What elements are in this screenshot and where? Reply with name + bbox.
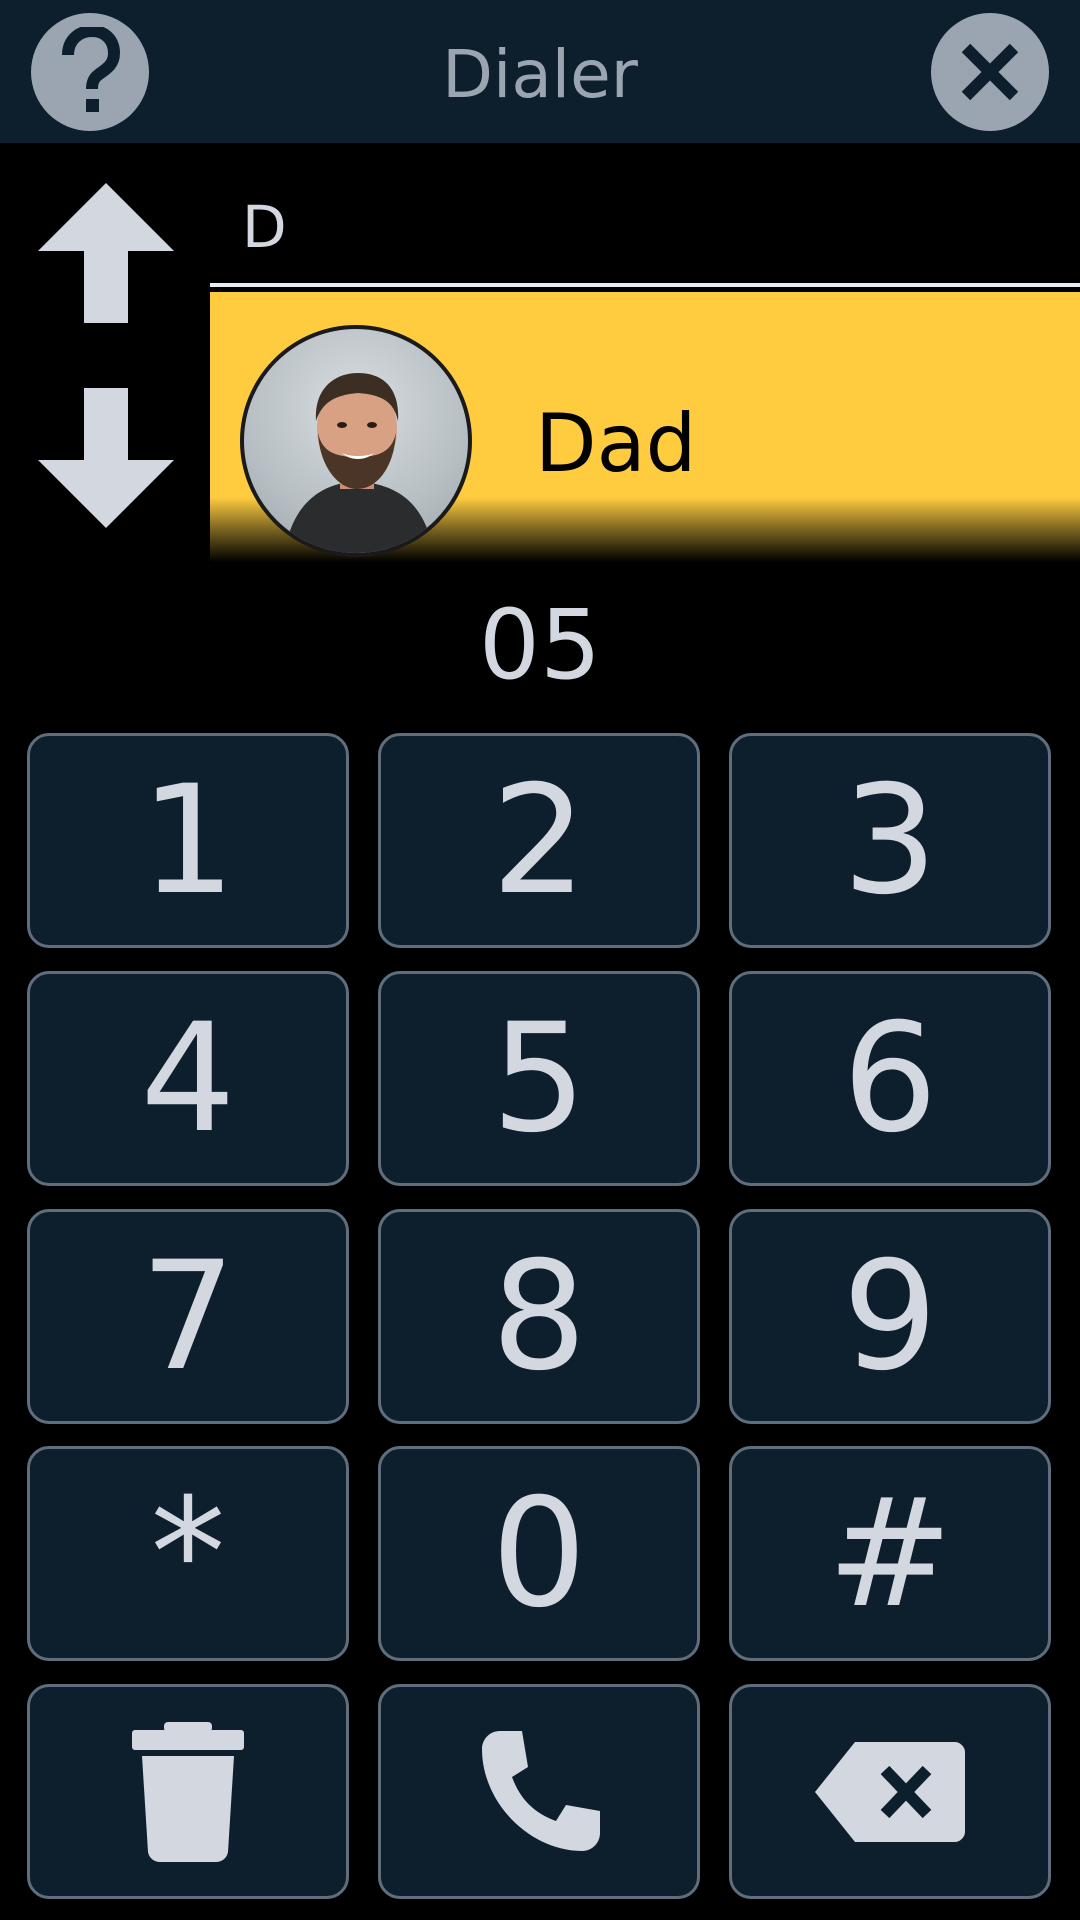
key-2[interactable]: 2 [378,733,700,948]
call-button[interactable] [378,1684,700,1899]
clear-button[interactable] [27,1684,349,1899]
key-6[interactable]: 6 [729,971,1051,1186]
trash-icon [132,1721,244,1862]
scroll-up-button[interactable] [36,180,176,325]
scroll-down-button[interactable] [36,385,176,530]
key-3[interactable]: 3 [729,733,1051,948]
dialer-app: Dialer D Dad 05 1 2 3 4 5 6 7 8 9 * 0 # [0,0,1080,1920]
key-star[interactable]: * [27,1446,349,1661]
close-icon [961,43,1019,101]
key-7[interactable]: 7 [27,1209,349,1424]
dialed-number: 05 [478,589,602,701]
arrow-down-icon [38,387,174,528]
key-5[interactable]: 5 [378,971,700,1186]
phone-icon [482,1730,600,1851]
question-mark-icon [62,27,121,112]
contact-item[interactable]: Dad [210,292,1080,562]
help-button[interactable] [31,13,149,131]
key-4[interactable]: 4 [27,971,349,1186]
arrow-up-icon [38,182,174,323]
key-hash[interactable]: # [729,1446,1051,1661]
contact-name: Dad [535,397,697,490]
backspace-icon [815,1741,965,1842]
avatar [240,325,472,557]
key-8[interactable]: 8 [378,1209,700,1424]
filter-underline [210,283,1080,287]
backspace-button[interactable] [729,1684,1051,1899]
key-9[interactable]: 9 [729,1209,1051,1424]
close-button[interactable] [931,13,1049,131]
page-title: Dialer [442,36,638,113]
contact-filter[interactable]: D [210,175,1080,287]
key-0[interactable]: 0 [378,1446,700,1661]
header-bar: Dialer [0,0,1080,143]
person-photo-icon [284,373,434,553]
filter-text: D [242,193,287,261]
key-1[interactable]: 1 [27,733,349,948]
